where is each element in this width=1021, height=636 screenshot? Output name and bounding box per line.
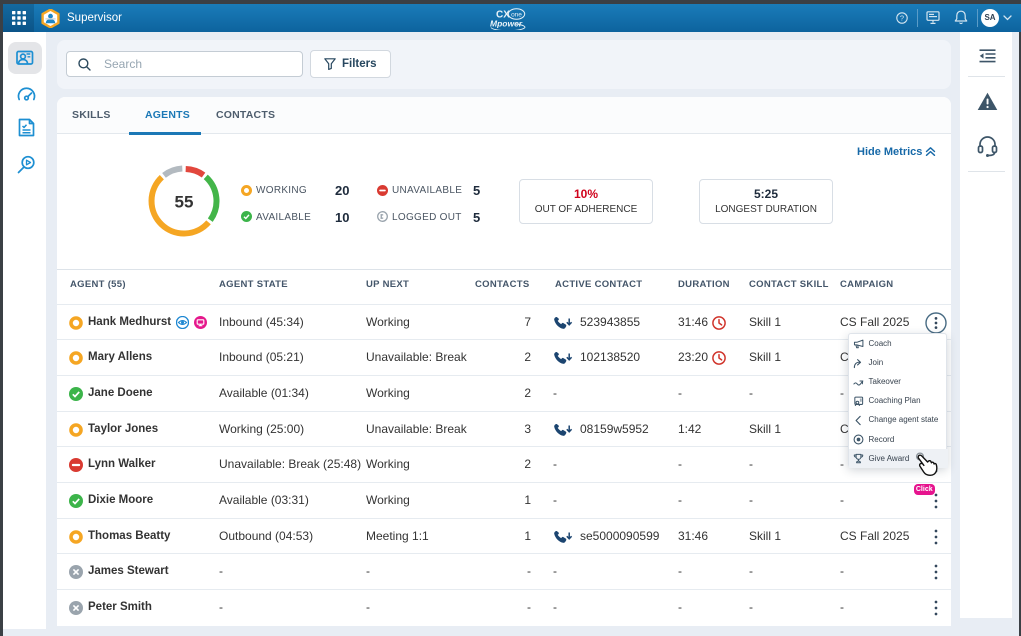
- svg-text:one: one: [511, 11, 522, 18]
- svg-text:Mpower: Mpower: [490, 19, 523, 29]
- svg-text:?: ?: [900, 13, 904, 22]
- svg-text:55: 55: [175, 193, 194, 212]
